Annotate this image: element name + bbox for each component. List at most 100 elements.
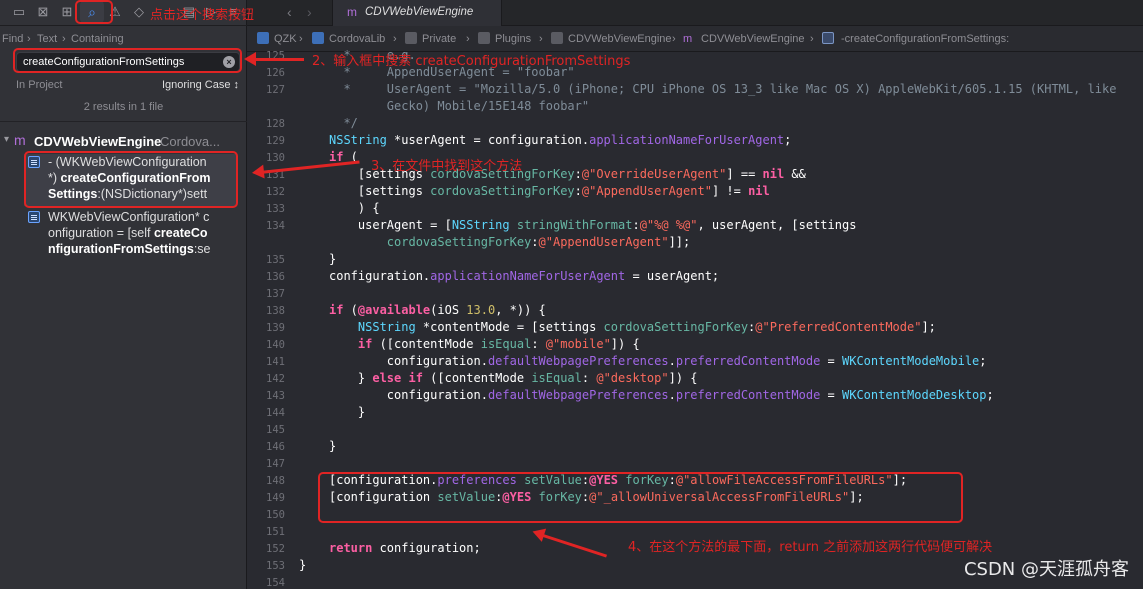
code-line[interactable]: configuration.defaultWebpagePreferences.… <box>329 354 987 368</box>
annotation-arrow-2 <box>244 52 304 66</box>
line-number: 149 <box>266 492 285 504</box>
search-scope-label[interactable]: In Project <box>16 79 62 91</box>
line-number: 134 <box>266 220 285 232</box>
annotation-box-code <box>318 472 963 523</box>
back-chevron-icon[interactable]: ‹ <box>287 4 292 20</box>
breadcrumb-item[interactable]: CDVWebViewEngine <box>701 33 805 45</box>
hierarchy-icon[interactable]: ⊞ <box>58 3 76 21</box>
source-control-icon[interactable]: ⊠ <box>34 3 52 21</box>
folder-icon <box>551 32 563 44</box>
annotation-note-3: 3、在文件中找到这个方法 <box>371 159 523 174</box>
containing-mode-label[interactable]: Containing <box>71 33 124 45</box>
line-number: 138 <box>266 305 285 317</box>
line-number: 147 <box>266 458 285 470</box>
find-mode-label[interactable]: Find <box>2 33 23 45</box>
annotation-note-1: 点击这个搜索按钮 <box>150 8 255 23</box>
line-number: 140 <box>266 339 285 351</box>
result-file-path: Cordova... <box>160 134 220 149</box>
line-number: 133 <box>266 203 285 215</box>
separator-chevron: › <box>62 33 66 45</box>
line-number: 154 <box>266 577 285 589</box>
breadcrumb-item[interactable]: CordovaLib <box>329 33 385 45</box>
breadcrumb-item[interactable]: Plugins <box>495 33 531 45</box>
code-line[interactable]: } else if ([contentMode isEqual: @"deskt… <box>329 371 698 385</box>
code-line[interactable]: * UserAgent = "Mozilla/5.0 (iPhone; CPU … <box>329 82 1116 96</box>
tab-cdvwebviewengine[interactable]: m CDVWebViewEngine <box>332 0 502 26</box>
project-icon <box>257 32 269 44</box>
code-line[interactable]: } <box>329 252 336 266</box>
code-line[interactable]: Gecko) Mobile/15E148 foobar" <box>329 99 589 113</box>
breadcrumb-separator: › <box>466 33 470 45</box>
annotation-note-4: 4、在这个方法的最下面，return 之前添加这两行代码便可解决 <box>628 540 993 555</box>
breadcrumb-item[interactable]: -createConfigurationFromSettings: <box>841 33 1009 45</box>
code-line[interactable]: NSString *contentMode = [settings cordov… <box>329 320 936 334</box>
line-number: 144 <box>266 407 285 419</box>
test-icon[interactable]: ◇ <box>130 3 148 21</box>
code-line[interactable]: return configuration; <box>329 541 481 555</box>
code-line[interactable]: configuration.defaultWebpagePreferences.… <box>329 388 994 402</box>
line-number: 126 <box>266 67 285 79</box>
breadcrumb-separator: › <box>810 33 814 45</box>
annotation-box-search-tab <box>75 0 113 24</box>
code-line[interactable]: if (@available(iOS 13.0, *)) { <box>329 303 546 317</box>
forward-chevron-icon[interactable]: › <box>307 4 312 20</box>
breadcrumb-item[interactable]: QZK <box>274 33 297 45</box>
line-number: 145 <box>266 424 285 436</box>
code-line[interactable]: ) { <box>329 201 380 215</box>
line-number: 141 <box>266 356 285 368</box>
annotation-box-search-field <box>13 48 242 73</box>
code-line[interactable]: } <box>329 405 365 419</box>
line-number: 142 <box>266 373 285 385</box>
code-line[interactable]: */ <box>329 116 357 130</box>
line-number: 148 <box>266 475 285 487</box>
text-mode-label[interactable]: Text <box>37 33 57 45</box>
code-line[interactable]: NSString *userAgent = configuration.appl… <box>329 133 791 147</box>
code-line[interactable]: } <box>299 558 306 572</box>
line-number: 143 <box>266 390 285 402</box>
line-number: 139 <box>266 322 285 334</box>
result-file-group[interactable]: ▾ m CDVWebViewEngine Cordova... <box>0 132 247 152</box>
line-number: 151 <box>266 526 285 538</box>
folder-icon <box>405 32 417 44</box>
line-number: 146 <box>266 441 285 453</box>
code-line-icon <box>28 211 40 223</box>
line-number: 135 <box>266 254 285 266</box>
line-number: 153 <box>266 560 285 572</box>
line-number: 137 <box>266 288 285 300</box>
divider <box>0 121 247 122</box>
code-line[interactable]: } <box>329 439 336 453</box>
search-result-text: WKWebViewConfiguration* c onfiguration =… <box>48 210 211 256</box>
annotation-note-2: 2、输入框中搜索 createConfigurationFromSettings <box>312 54 631 69</box>
folder-icon <box>478 32 490 44</box>
line-number: 152 <box>266 543 285 555</box>
line-number: 136 <box>266 271 285 283</box>
code-line[interactable]: configuration.applicationNameForUserAgen… <box>329 269 719 283</box>
line-number: 150 <box>266 509 285 521</box>
editor-tab-bar: ‹ › m CDVWebViewEngine <box>247 0 1143 26</box>
line-number: 128 <box>266 118 285 130</box>
breadcrumb-separator: › <box>539 33 543 45</box>
line-number: 127 <box>266 84 285 96</box>
disclosure-chevron-icon[interactable]: ▾ <box>4 134 9 145</box>
watermark: CSDN @天涯孤舟客 <box>963 559 1129 580</box>
tab-label: CDVWebViewEngine <box>365 6 474 18</box>
method-icon <box>822 32 834 44</box>
search-scope-row: In Project Ignoring Case ↕ <box>0 77 247 93</box>
breadcrumb-separator: › <box>299 33 303 45</box>
objc-file-icon: m <box>347 5 357 19</box>
case-sensitivity-select[interactable]: Ignoring Case ↕ <box>162 79 239 91</box>
folder-icon[interactable]: ▭ <box>10 3 28 21</box>
breadcrumb-item[interactable]: Private <box>422 33 456 45</box>
code-line[interactable]: if ([contentMode isEqual: @"mobile"]) { <box>329 337 640 351</box>
code-line[interactable]: cordovaSettingForKey:@"AppendUserAgent"]… <box>329 235 690 249</box>
search-result-item[interactable]: WKWebViewConfiguration* c onfiguration =… <box>24 209 236 261</box>
code-line[interactable]: [settings cordovaSettingForKey:@"AppendU… <box>329 184 770 198</box>
line-number: 129 <box>266 135 285 147</box>
breadcrumb-separator: › <box>672 33 676 45</box>
objc-file-icon: m <box>683 33 693 45</box>
breadcrumb-item[interactable]: CDVWebViewEngine <box>568 33 672 45</box>
result-file-name: CDVWebViewEngine <box>34 134 162 149</box>
annotation-box-result <box>24 151 238 208</box>
find-navigator: ▭ ⊠ ⊞ ⌕ ⚠ ◇ ▤ ▷ ≡ Find › Text › Containi… <box>0 0 247 589</box>
code-line[interactable]: userAgent = [NSString stringWithFormat:@… <box>329 218 857 232</box>
